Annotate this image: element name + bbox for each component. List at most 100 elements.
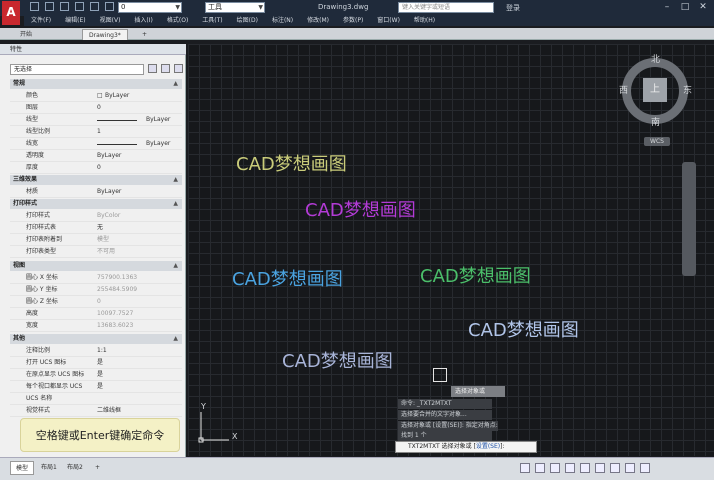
property-row[interactable]: 厚度 0 (10, 162, 182, 174)
canvas-text[interactable]: CAD梦想画图 (420, 262, 531, 288)
quick-select-icon[interactable] (174, 64, 183, 73)
property-row[interactable]: 线宽 ByLayer (10, 138, 182, 150)
collapse-icon: ▲ (173, 262, 178, 269)
viewcube-top-face[interactable]: 上 (643, 78, 667, 102)
property-row[interactable]: 图层 0 (10, 102, 182, 114)
grid-icon[interactable] (520, 463, 530, 473)
property-row[interactable]: 注释比例 1:1 (10, 345, 182, 357)
section-general[interactable]: 常规 ▲ (10, 79, 182, 89)
collapse-icon: ▲ (173, 200, 178, 207)
property-row[interactable]: 线型 ByLayer (10, 114, 182, 126)
section-misc[interactable]: 其他 ▲ (10, 334, 182, 344)
add-layout-button[interactable]: + (90, 461, 105, 475)
cursor-tooltip: 选择对象或 (451, 386, 505, 397)
menu-dimension[interactable]: 标注(N) (265, 16, 300, 26)
command-line-input[interactable]: TXT2MTXT 选择对象或 [设置(SE)]: (395, 441, 537, 453)
selection-dropdown[interactable]: 无选择 (10, 64, 144, 75)
save-as-icon[interactable] (75, 2, 84, 11)
status-toggles (520, 463, 650, 473)
annotation-icon[interactable] (610, 463, 620, 473)
workspace-icon[interactable] (625, 463, 635, 473)
polar-icon[interactable] (565, 463, 575, 473)
property-row[interactable]: 打印表附着到 模型 (10, 234, 182, 246)
tab-start[interactable]: 开始 (14, 29, 38, 40)
collapse-icon: ▲ (173, 176, 178, 183)
new-tab-button[interactable]: + (136, 29, 153, 40)
property-row[interactable]: 每个视口都显示 UCS 是 (10, 381, 182, 393)
selection-tools (148, 64, 183, 73)
property-row[interactable]: 材质 ByLayer (10, 186, 182, 198)
tab-model[interactable]: 模型 (10, 461, 35, 475)
section-plot-style[interactable]: 打印样式 ▲ (10, 199, 182, 209)
navigation-bar[interactable] (682, 162, 696, 276)
undo-icon[interactable] (105, 2, 114, 11)
property-row[interactable]: 打印表类型 不可用 (10, 246, 182, 258)
compass-north[interactable]: 北 (651, 52, 660, 65)
menu-edit[interactable]: 编辑(E) (58, 16, 92, 26)
workspace-combo[interactable]: 工具 ▼ (205, 2, 265, 13)
select-objects-icon[interactable] (161, 64, 170, 73)
tab-drawing3[interactable]: Drawing3* (82, 29, 128, 40)
ortho-icon[interactable] (550, 463, 560, 473)
app-logo[interactable]: A (2, 1, 20, 25)
property-row[interactable]: 透明度 ByLayer (10, 150, 182, 162)
canvas-text[interactable]: CAD梦想画图 (282, 347, 393, 373)
property-row[interactable]: 圆心 Y 坐标 255484.5909 (10, 284, 182, 296)
menu-parametric[interactable]: 参数(P) (336, 16, 370, 26)
menu-file[interactable]: 文件(F) (24, 16, 58, 26)
property-row[interactable]: 颜色 □ ByLayer (10, 90, 182, 102)
property-row[interactable]: 圆心 Z 坐标 0 (10, 296, 182, 308)
lineweight-icon[interactable] (595, 463, 605, 473)
osnap-icon[interactable] (580, 463, 590, 473)
collapse-icon: ▲ (173, 335, 178, 342)
layer-combo[interactable]: 0 ▼ (118, 2, 182, 13)
property-row[interactable]: UCS 名称 (10, 393, 182, 405)
canvas-text[interactable]: CAD梦想画图 (305, 196, 416, 222)
open-file-icon[interactable] (45, 2, 54, 11)
menu-insert[interactable]: 插入(I) (127, 16, 159, 26)
menu-modify[interactable]: 修改(M) (300, 16, 336, 26)
lineweight-preview (97, 144, 137, 145)
wcs-menu[interactable]: WCS (644, 137, 670, 146)
close-button[interactable]: ✕ (696, 1, 710, 13)
canvas-text[interactable]: CAD梦想画图 (236, 150, 347, 176)
sign-in-link[interactable]: 登录 (506, 3, 520, 13)
compass-south[interactable]: 南 (651, 115, 660, 128)
command-option-settings[interactable]: 设置(SE) (476, 443, 500, 450)
menu-window[interactable]: 窗口(W) (370, 16, 407, 26)
section-view[interactable]: 视图 ▲ (10, 261, 182, 271)
section-3d-effects[interactable]: 三维效果 ▲ (10, 175, 182, 185)
tab-layout2[interactable]: 布局2 (62, 461, 88, 475)
canvas-text[interactable]: CAD梦想画图 (232, 265, 343, 291)
status-bar: 模型 布局1 布局2 + (0, 457, 714, 480)
property-row[interactable]: 打印样式表无 (10, 222, 182, 234)
command-history-line: 找到 1 个 (398, 431, 492, 441)
property-row[interactable]: 宽度 13683.6023 (10, 320, 182, 332)
property-row[interactable]: 高度 10097.7527 (10, 308, 182, 320)
snap-icon[interactable] (535, 463, 545, 473)
color-swatch-icon: □ (97, 92, 103, 99)
property-row[interactable]: 打印样式 ByColor (10, 210, 182, 222)
property-row[interactable]: 视觉样式 二维线框 (10, 405, 182, 417)
maximize-button[interactable]: □ (678, 1, 692, 13)
save-icon[interactable] (60, 2, 69, 11)
customize-icon[interactable] (640, 463, 650, 473)
plot-icon[interactable] (90, 2, 99, 11)
compass-west[interactable]: 西 (619, 83, 628, 96)
minimize-button[interactable]: – (660, 1, 674, 13)
property-row[interactable]: 线型比例 1 (10, 126, 182, 138)
menu-tools[interactable]: 工具(T) (195, 16, 229, 26)
property-row[interactable]: 圆心 X 坐标 757900.1363 (10, 272, 182, 284)
tab-layout1[interactable]: 布局1 (36, 461, 62, 475)
menu-draw[interactable]: 绘图(D) (230, 16, 265, 26)
compass-east[interactable]: 东 (683, 83, 692, 96)
search-input[interactable]: 键入关键字或短语 (398, 2, 494, 13)
menu-view[interactable]: 视图(V) (93, 16, 128, 26)
property-row[interactable]: 在原点显示 UCS 图标是 (10, 369, 182, 381)
property-row[interactable]: 打开 UCS 图标是 (10, 357, 182, 369)
canvas-text[interactable]: CAD梦想画图 (468, 316, 579, 342)
new-file-icon[interactable] (30, 2, 39, 11)
menu-help[interactable]: 帮助(H) (407, 16, 442, 26)
toggle-pickadd-icon[interactable] (148, 64, 157, 73)
menu-format[interactable]: 格式(O) (160, 16, 195, 26)
